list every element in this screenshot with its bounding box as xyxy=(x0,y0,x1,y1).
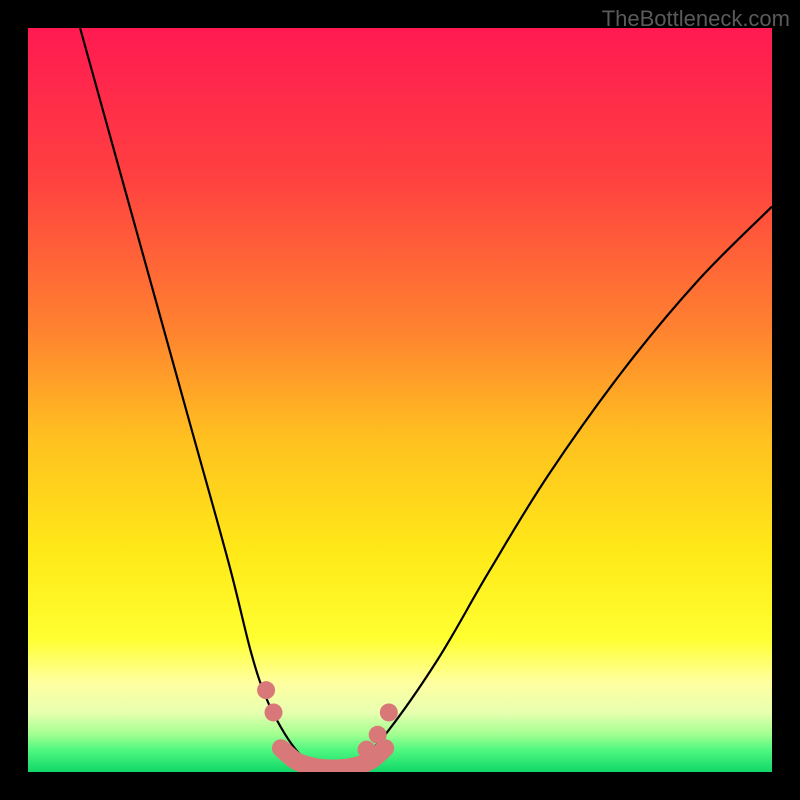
data-marker xyxy=(369,726,387,744)
curves-layer xyxy=(28,28,772,772)
data-marker xyxy=(265,703,283,721)
left-curve xyxy=(80,28,311,765)
watermark-text: TheBottleneck.com xyxy=(602,6,790,32)
plot-area xyxy=(28,28,772,772)
chart-frame: TheBottleneck.com xyxy=(0,0,800,800)
data-marker xyxy=(380,703,398,721)
right-curve xyxy=(355,207,772,765)
data-marker xyxy=(257,681,275,699)
data-marker xyxy=(358,741,376,759)
